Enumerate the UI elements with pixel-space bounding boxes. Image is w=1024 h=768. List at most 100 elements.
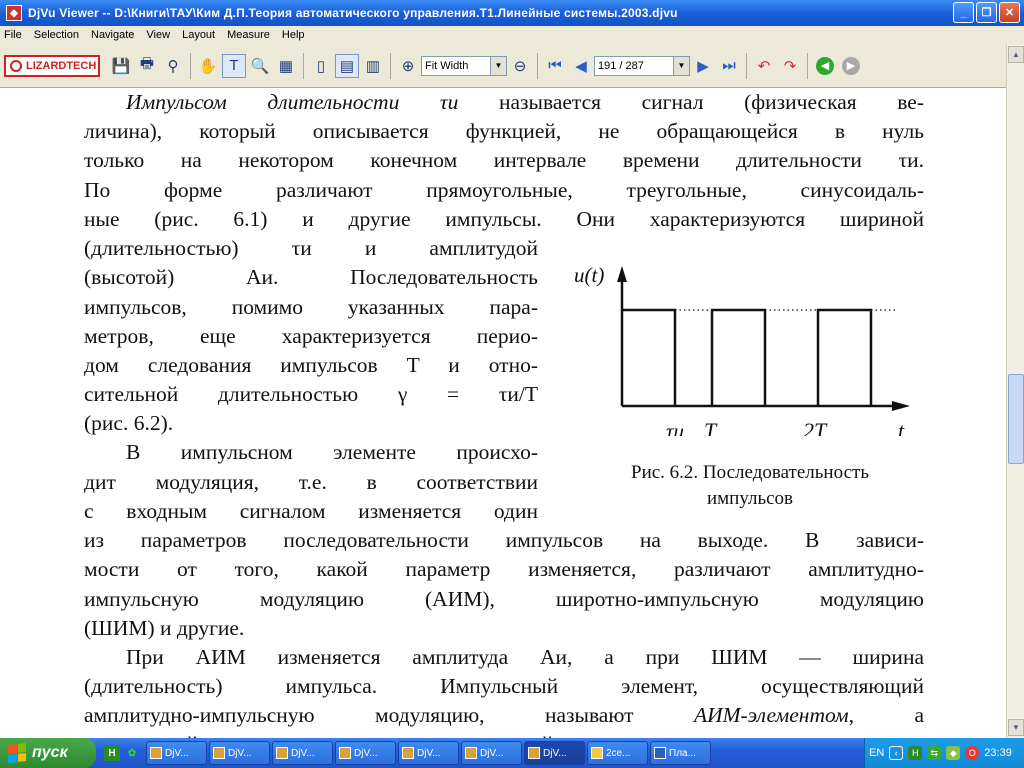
rotate-right-icon[interactable]: ↷ bbox=[778, 54, 802, 78]
text-line: амплитудно-импульсную модуляцию, называю… bbox=[84, 701, 924, 731]
word-document-icon bbox=[654, 747, 666, 759]
next-page-icon[interactable]: ▶ bbox=[691, 54, 715, 78]
tray-opera-icon[interactable]: O bbox=[965, 746, 980, 760]
vertical-scrollbar[interactable]: ▲ ▼ bbox=[1006, 44, 1024, 738]
save-icon[interactable]: 💾 bbox=[109, 54, 133, 78]
binoculars-icon[interactable]: ⚲ bbox=[161, 54, 185, 78]
lizardtech-logo[interactable]: LIZARDTECH bbox=[4, 54, 100, 77]
zoom-select-value: Fit Width bbox=[425, 59, 469, 72]
menu-navigate[interactable]: Navigate bbox=[91, 29, 134, 41]
forward-icon[interactable]: ▶ bbox=[839, 54, 863, 78]
tray-shield-icon[interactable]: ◆ bbox=[946, 746, 961, 760]
region-select-icon[interactable]: ▦ bbox=[274, 54, 298, 78]
menu-file[interactable]: File bbox=[4, 29, 22, 41]
menu-selection[interactable]: Selection bbox=[34, 29, 79, 41]
start-button[interactable]: пуск bbox=[0, 738, 96, 768]
tray-app-icon[interactable]: H bbox=[908, 746, 923, 760]
djvu-icon bbox=[528, 747, 540, 759]
text-line: импульсов, помимо указанных пара- bbox=[84, 295, 538, 319]
menu-layout[interactable]: Layout bbox=[182, 29, 215, 41]
caption-line: Рис. 6.2. Последовательность bbox=[631, 462, 869, 483]
menu-view[interactable]: View bbox=[146, 29, 170, 41]
scroll-thumb[interactable] bbox=[1008, 374, 1024, 464]
scroll-up-icon[interactable]: ▲ bbox=[1008, 46, 1024, 63]
restore-button[interactable]: ❐ bbox=[976, 2, 997, 23]
taskbar-item-label: DjV... bbox=[543, 747, 567, 759]
term-emphasis: АИМ-элементом bbox=[693, 703, 849, 727]
window-title: DjVu Viewer -- D:\Книги\ТАУ\Ким Д.П.Теор… bbox=[28, 6, 678, 20]
text-line: импульсную модуляцию (АИМ), широтно-импу… bbox=[84, 587, 924, 611]
scroll-down-icon[interactable]: ▼ bbox=[1008, 719, 1024, 736]
text-line: (рис. 6.2). bbox=[84, 411, 174, 435]
close-button[interactable]: ✕ bbox=[999, 2, 1020, 23]
continuous-page-icon[interactable]: ▤ bbox=[335, 53, 359, 78]
text-line: При АИМ изменяется амплитуда Аи, а при Ш… bbox=[126, 645, 924, 669]
quick-launch-app-icon[interactable]: H bbox=[104, 745, 120, 761]
page-select[interactable]: 191 / 287 ▼ bbox=[594, 55, 690, 76]
y-axis-arrow bbox=[617, 266, 627, 282]
minimize-button[interactable]: _ bbox=[953, 2, 974, 23]
quick-launch: H ✿ bbox=[104, 745, 140, 761]
taskbar-item[interactable]: DjV... bbox=[461, 741, 522, 765]
zoom-select[interactable]: Fit Width ▼ bbox=[421, 55, 507, 76]
document-page[interactable]: Импульсом длительности τи называется сиг… bbox=[0, 88, 1006, 738]
facing-pages-icon[interactable]: ▥ bbox=[361, 54, 385, 78]
zoom-in-icon[interactable]: ⊕ bbox=[396, 54, 420, 78]
menu-bar: File Selection Navigate View Layout Meas… bbox=[0, 26, 1024, 44]
y-axis-label: u(t) bbox=[574, 263, 604, 287]
first-page-icon[interactable]: ⏮ bbox=[543, 54, 567, 78]
taskbar-item-label: DjV... bbox=[228, 747, 252, 759]
zoom-tool-icon[interactable]: 🔍 bbox=[248, 54, 272, 78]
taskbar-item-label: DjV... bbox=[165, 747, 189, 759]
clock[interactable]: 23:39 bbox=[984, 747, 1012, 759]
text-line: дит модуляция, т.е. в соответствии bbox=[84, 470, 538, 494]
x-axis-label: t bbox=[898, 418, 905, 436]
toolbar: LIZARDTECH 💾 🖶 ⚲ ✋ T 🔍 ▦ ▯ ▤ ▥ ⊕ Fit Wid… bbox=[0, 44, 1024, 88]
taskbar-item[interactable]: Пла... bbox=[650, 741, 711, 765]
system-tray: EN ‹ H ⇆ ◆ O 23:39 bbox=[864, 738, 1024, 768]
menu-help[interactable]: Help bbox=[282, 29, 305, 41]
djvu-icon bbox=[150, 747, 162, 759]
text-line: с входным сигналом изменяется один bbox=[84, 499, 538, 523]
toolbar-separator bbox=[807, 52, 808, 79]
back-icon[interactable]: ◀ bbox=[813, 54, 837, 78]
toolbar-separator bbox=[537, 52, 538, 79]
hand-tool-icon[interactable]: ✋ bbox=[196, 54, 220, 78]
text-run: называется сигнал (физическая ве- bbox=[458, 90, 924, 114]
title-bar[interactable]: ◆ DjVu Viewer -- D:\Книги\ТАУ\Ким Д.П.Те… bbox=[0, 0, 1024, 26]
tray-network-icon[interactable]: ⇆ bbox=[927, 746, 942, 760]
taskbar-item[interactable]: DjV... bbox=[398, 741, 459, 765]
taskbar-item[interactable]: DjV... bbox=[335, 741, 396, 765]
single-page-icon[interactable]: ▯ bbox=[309, 54, 333, 78]
taskbar-item-label: DjV... bbox=[291, 747, 315, 759]
text-line: дом следования импульсов T и отно- bbox=[84, 353, 538, 377]
toolbar-separator bbox=[390, 52, 391, 79]
tick-label-tau: τи bbox=[666, 419, 684, 436]
menu-measure[interactable]: Measure bbox=[227, 29, 270, 41]
taskbar-item-active[interactable]: DjV... bbox=[524, 741, 585, 765]
taskbar-item[interactable]: DjV... bbox=[209, 741, 270, 765]
previous-page-icon[interactable]: ◀ bbox=[569, 54, 593, 78]
x-axis-arrow bbox=[892, 401, 910, 411]
taskbar-item[interactable]: 2се... bbox=[587, 741, 648, 765]
taskbar-item[interactable]: DjV... bbox=[146, 741, 207, 765]
page-select-value: 191 / 287 bbox=[598, 59, 644, 72]
rotate-left-icon[interactable]: ↶ bbox=[752, 54, 776, 78]
tray-expand-icon[interactable]: ‹ bbox=[889, 746, 904, 760]
text-line: из параметров последовательности импульс… bbox=[84, 528, 924, 552]
chevron-down-icon[interactable]: ▼ bbox=[490, 56, 506, 75]
quick-launch-clover-icon[interactable]: ✿ bbox=[124, 745, 140, 761]
chevron-down-icon[interactable]: ▼ bbox=[673, 56, 689, 75]
text-line: личина), который описывается функцией, н… bbox=[84, 119, 924, 143]
print-icon[interactable]: 🖶 bbox=[135, 54, 159, 78]
text-run: амплитудно-импульсную модуляцию, называю… bbox=[84, 703, 694, 727]
zoom-out-icon[interactable]: ⊖ bbox=[508, 54, 532, 78]
text-select-icon[interactable]: T bbox=[222, 53, 246, 78]
taskbar-item[interactable]: DjV... bbox=[272, 741, 333, 765]
taskbar-item-label: DjV... bbox=[480, 747, 504, 759]
last-page-icon[interactable]: ⏭ bbox=[717, 54, 741, 78]
taskbar: пуск H ✿ DjV... DjV... DjV... DjV... DjV… bbox=[0, 738, 1024, 768]
djvu-icon bbox=[339, 747, 351, 759]
language-indicator[interactable]: EN bbox=[869, 747, 884, 759]
djvu-app-icon: ◆ bbox=[6, 5, 22, 21]
